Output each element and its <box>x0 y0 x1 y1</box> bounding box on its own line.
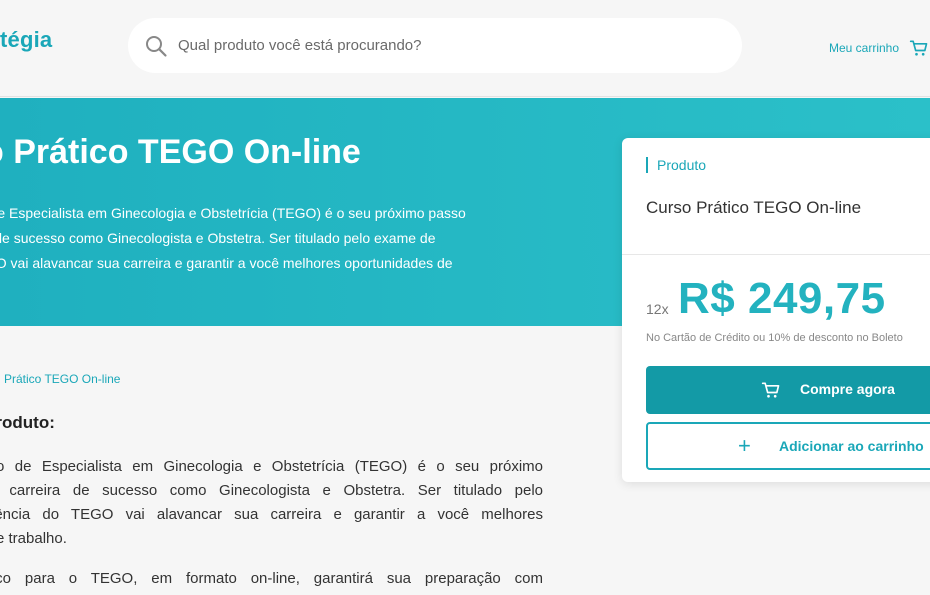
hero-title: o Prático TEGO On-line <box>0 133 361 171</box>
product-tag: Produto <box>646 157 706 173</box>
buy-now-label: Compre agora <box>800 381 895 397</box>
add-to-cart-label: Adicionar ao carrinho <box>779 438 924 454</box>
product-name: Curso Prático TEGO On-line <box>646 198 862 217</box>
add-to-cart-button[interactable]: + Adicionar ao carrinho <box>646 422 930 470</box>
search-bar[interactable] <box>128 18 742 73</box>
installments-label: 12x <box>646 301 669 317</box>
product-price: R$ 249,75 <box>678 274 886 323</box>
about-product-paragraph: ítulo de Especialista em Ginecologia e O… <box>0 455 543 551</box>
plus-icon: + <box>738 433 751 458</box>
search-input[interactable] <box>178 18 718 73</box>
cart-icon <box>909 40 928 56</box>
paragraph-line: ítulo de Especialista em Ginecologia e O… <box>0 458 543 475</box>
payment-note: No Cartão de Crédito ou 10% de desconto … <box>646 332 903 344</box>
hero-description-line: eira de sucesso como Ginecologista e Obs… <box>0 230 436 246</box>
cart-icon <box>761 382 780 398</box>
about-product-paragraph-2: prático para o TEGO, em formato on-line,… <box>0 570 543 587</box>
search-icon[interactable] <box>144 34 168 58</box>
breadcrumb-current[interactable]: Prático TEGO On-line <box>4 372 120 386</box>
paragraph-line: s de trabalho. <box>0 530 67 547</box>
product-purchase-card: Produto Curso Prático TEGO On-line 12x R… <box>622 138 930 482</box>
hero-description-line: TEGO vai alavancar sua carreira e garant… <box>0 255 453 271</box>
paragraph-line: ficiência do TEGO vai alavancar sua carr… <box>0 506 543 523</box>
site-logo[interactable]: tégia <box>0 27 52 53</box>
my-cart-label: Meu carrinho <box>829 41 900 55</box>
my-cart-link[interactable]: Meu carrinho <box>829 36 929 60</box>
hero-description-line: ulo de Especialista em Ginecologia e Obs… <box>0 205 466 221</box>
hero-description: ulo de Especialista em Ginecologia e Obs… <box>0 201 567 276</box>
card-divider <box>622 254 930 255</box>
about-product-heading: produto: <box>0 413 55 432</box>
site-header: tégia Meu carrinho <box>0 0 930 97</box>
paragraph-line: ma carreira de sucesso como Ginecologist… <box>0 482 543 499</box>
buy-now-button[interactable]: Compre agora <box>646 366 930 414</box>
